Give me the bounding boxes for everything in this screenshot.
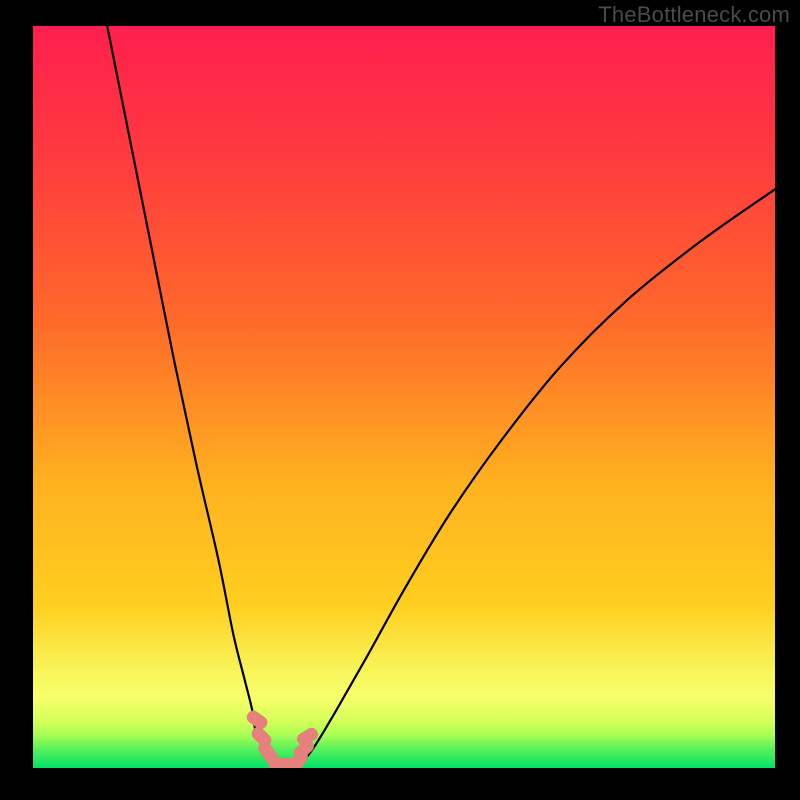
- chart-plot: [33, 26, 775, 768]
- chart-frame: TheBottleneck.com: [0, 0, 800, 800]
- chart-svg: [33, 26, 775, 768]
- gradient-background: [33, 26, 775, 768]
- watermark-text: TheBottleneck.com: [598, 2, 790, 28]
